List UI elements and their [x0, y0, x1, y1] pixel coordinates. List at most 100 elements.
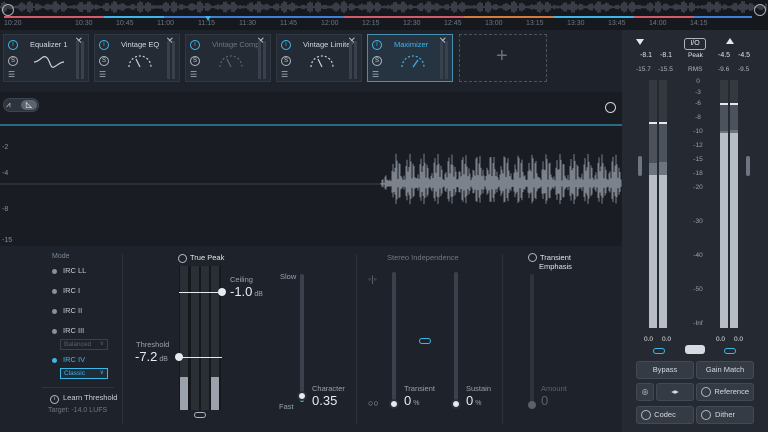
amount-slider[interactable]	[530, 274, 534, 404]
transient-value[interactable]: 0%	[404, 393, 419, 408]
stereo-link-icon[interactable]	[419, 338, 431, 344]
mono-icon[interactable]: ◎	[636, 383, 654, 401]
solo-icon[interactable]: S	[8, 56, 18, 66]
gain-reduction-icon[interactable]: ◺	[21, 100, 37, 110]
reference-button[interactable]: Reference	[696, 383, 754, 401]
input-trim-r[interactable]: 0.0	[662, 336, 671, 343]
power-icon[interactable]: I	[281, 40, 291, 50]
power-icon[interactable]: I	[190, 40, 200, 50]
list-icon[interactable]: ☰	[281, 70, 288, 79]
ceiling-value[interactable]: -1.0 dB	[230, 284, 263, 299]
timeline-end-icon[interactable]	[754, 4, 766, 16]
mode-irc-ll[interactable]: IRC LL	[52, 266, 86, 275]
character-slider-handle[interactable]	[297, 390, 307, 401]
stereo-mode-icon[interactable]: ○○	[368, 398, 379, 408]
reference-label: Reference	[714, 387, 749, 396]
add-module-slot[interactable]: +	[459, 34, 547, 82]
transient-slider-handle[interactable]	[389, 399, 399, 409]
list-icon[interactable]: ☰	[372, 70, 379, 79]
output-rms-l: -9.6	[718, 66, 730, 73]
output-triangle-icon[interactable]	[726, 38, 734, 44]
output-trim-r[interactable]: 0.0	[734, 336, 743, 343]
display-mode-toggle[interactable]: ⩘ ◺	[3, 98, 39, 112]
gain-match-button[interactable]: Gain Match	[696, 361, 754, 379]
module-vintage-limiter[interactable]: IS☰Vintage Limiter✕	[276, 34, 362, 82]
db-label: -15	[2, 237, 13, 244]
meter-scale-label: -50	[693, 286, 703, 293]
solo-icon[interactable]: S	[281, 56, 291, 66]
amount-slider-handle[interactable]	[528, 401, 536, 409]
ceiling-handle[interactable]	[218, 288, 226, 296]
radio-dot	[52, 268, 57, 274]
sustain-slider[interactable]	[454, 272, 458, 402]
mode-irc-ii[interactable]: IRC II	[52, 306, 82, 315]
mode-irc-iii[interactable]: IRC III	[52, 326, 84, 335]
sustain-value[interactable]: 0%	[466, 393, 481, 408]
power-icon[interactable]: I	[8, 40, 18, 50]
rms-label: RMS	[688, 66, 703, 73]
mode-irc-iv[interactable]: IRC IV	[52, 355, 85, 364]
meter-scale-label: -8	[695, 114, 701, 121]
power-icon[interactable]: I	[372, 40, 382, 50]
input-triangle-icon[interactable]	[636, 39, 644, 45]
threshold-handle[interactable]	[175, 353, 183, 361]
module-equalizer-1[interactable]: IS☰Equalizer 1✕	[3, 34, 89, 82]
dither-button[interactable]: Dither	[696, 406, 754, 424]
timeline-time-label: 12:15	[362, 20, 380, 27]
radio-dot	[52, 357, 57, 363]
timeline-start-time: 10:20	[4, 20, 22, 27]
io-link-toggle[interactable]	[685, 345, 705, 354]
ceiling-label: Ceiling	[230, 275, 253, 284]
meter-scale-label: -Inf	[693, 320, 703, 327]
transient-emphasis-toggle[interactable]: Transient Emphasis	[528, 253, 572, 271]
db-label: -2	[2, 144, 9, 151]
refresh-icon[interactable]	[605, 102, 616, 113]
output-meter-right	[730, 80, 738, 328]
input-rms-r: -15.5	[658, 66, 673, 73]
output-trim-l[interactable]: 0.0	[716, 336, 725, 343]
true-peak-toggle[interactable]: True Peak	[178, 253, 224, 263]
amount-value[interactable]: 0	[541, 393, 548, 408]
module-vintage-comp[interactable]: IS☰Vintage Comp✕	[185, 34, 271, 82]
timeline-time-label: 13:45	[608, 20, 626, 27]
module-graph-icon	[401, 55, 425, 68]
solo-icon[interactable]: S	[372, 56, 382, 66]
swap-channels-icon[interactable]: ◂▸	[656, 383, 694, 401]
link-icon[interactable]	[194, 412, 206, 418]
learn-threshold-label: Learn Threshold	[63, 393, 118, 402]
waveform-display[interactable]: ⩘ ◺ -2 -4 -8 -15	[0, 92, 622, 246]
input-gain-fader[interactable]	[638, 156, 642, 176]
balanced-dropdown[interactable]: Balanced	[60, 339, 108, 350]
maximizer-controls: Mode IRC LL IRC I IRC II IRC III Balance…	[0, 246, 622, 432]
solo-icon[interactable]: S	[190, 56, 200, 66]
character-slider[interactable]	[300, 274, 304, 402]
power-icon[interactable]: I	[99, 40, 109, 50]
io-button[interactable]: I/O	[684, 38, 706, 50]
list-icon[interactable]: ☰	[190, 70, 197, 79]
timeline-overview[interactable]: 10:20 10:30 10:45 11:00 11:15 11:30 11:45 12:00…	[0, 0, 768, 30]
module-maximizer[interactable]: IS☰Maximizer✕	[367, 34, 453, 82]
codec-button[interactable]: Codec	[636, 406, 694, 424]
output-gain-fader[interactable]	[746, 156, 750, 176]
threshold-value[interactable]: -7.2 dB	[135, 349, 168, 364]
transient-label: Transient	[404, 384, 435, 393]
output-link-icon[interactable]	[724, 348, 736, 354]
input-link-icon[interactable]	[653, 348, 665, 354]
module-vintage-eq[interactable]: IS☰Vintage EQ✕	[94, 34, 180, 82]
list-icon[interactable]: ☰	[99, 70, 106, 79]
input-trim-l[interactable]: 0.0	[644, 336, 653, 343]
classic-dropdown[interactable]: Classic	[60, 368, 108, 379]
character-value[interactable]: 0.35	[312, 393, 337, 408]
learn-threshold-button[interactable]: i Learn Threshold	[50, 393, 117, 404]
list-icon[interactable]: ☰	[8, 70, 15, 79]
waveform-icon[interactable]: ⩘	[6, 100, 20, 110]
timeline-time-label: 12:45	[444, 20, 462, 27]
module-graph-icon	[219, 55, 243, 68]
sustain-slider-handle[interactable]	[451, 399, 461, 409]
solo-icon[interactable]: S	[99, 56, 109, 66]
mode-label: IRC LL	[63, 266, 87, 275]
mode-irc-i[interactable]: IRC I	[52, 286, 80, 295]
bypass-button[interactable]: Bypass	[636, 361, 694, 379]
transient-slider[interactable]	[392, 272, 396, 402]
threshold-meter[interactable]	[179, 266, 221, 410]
